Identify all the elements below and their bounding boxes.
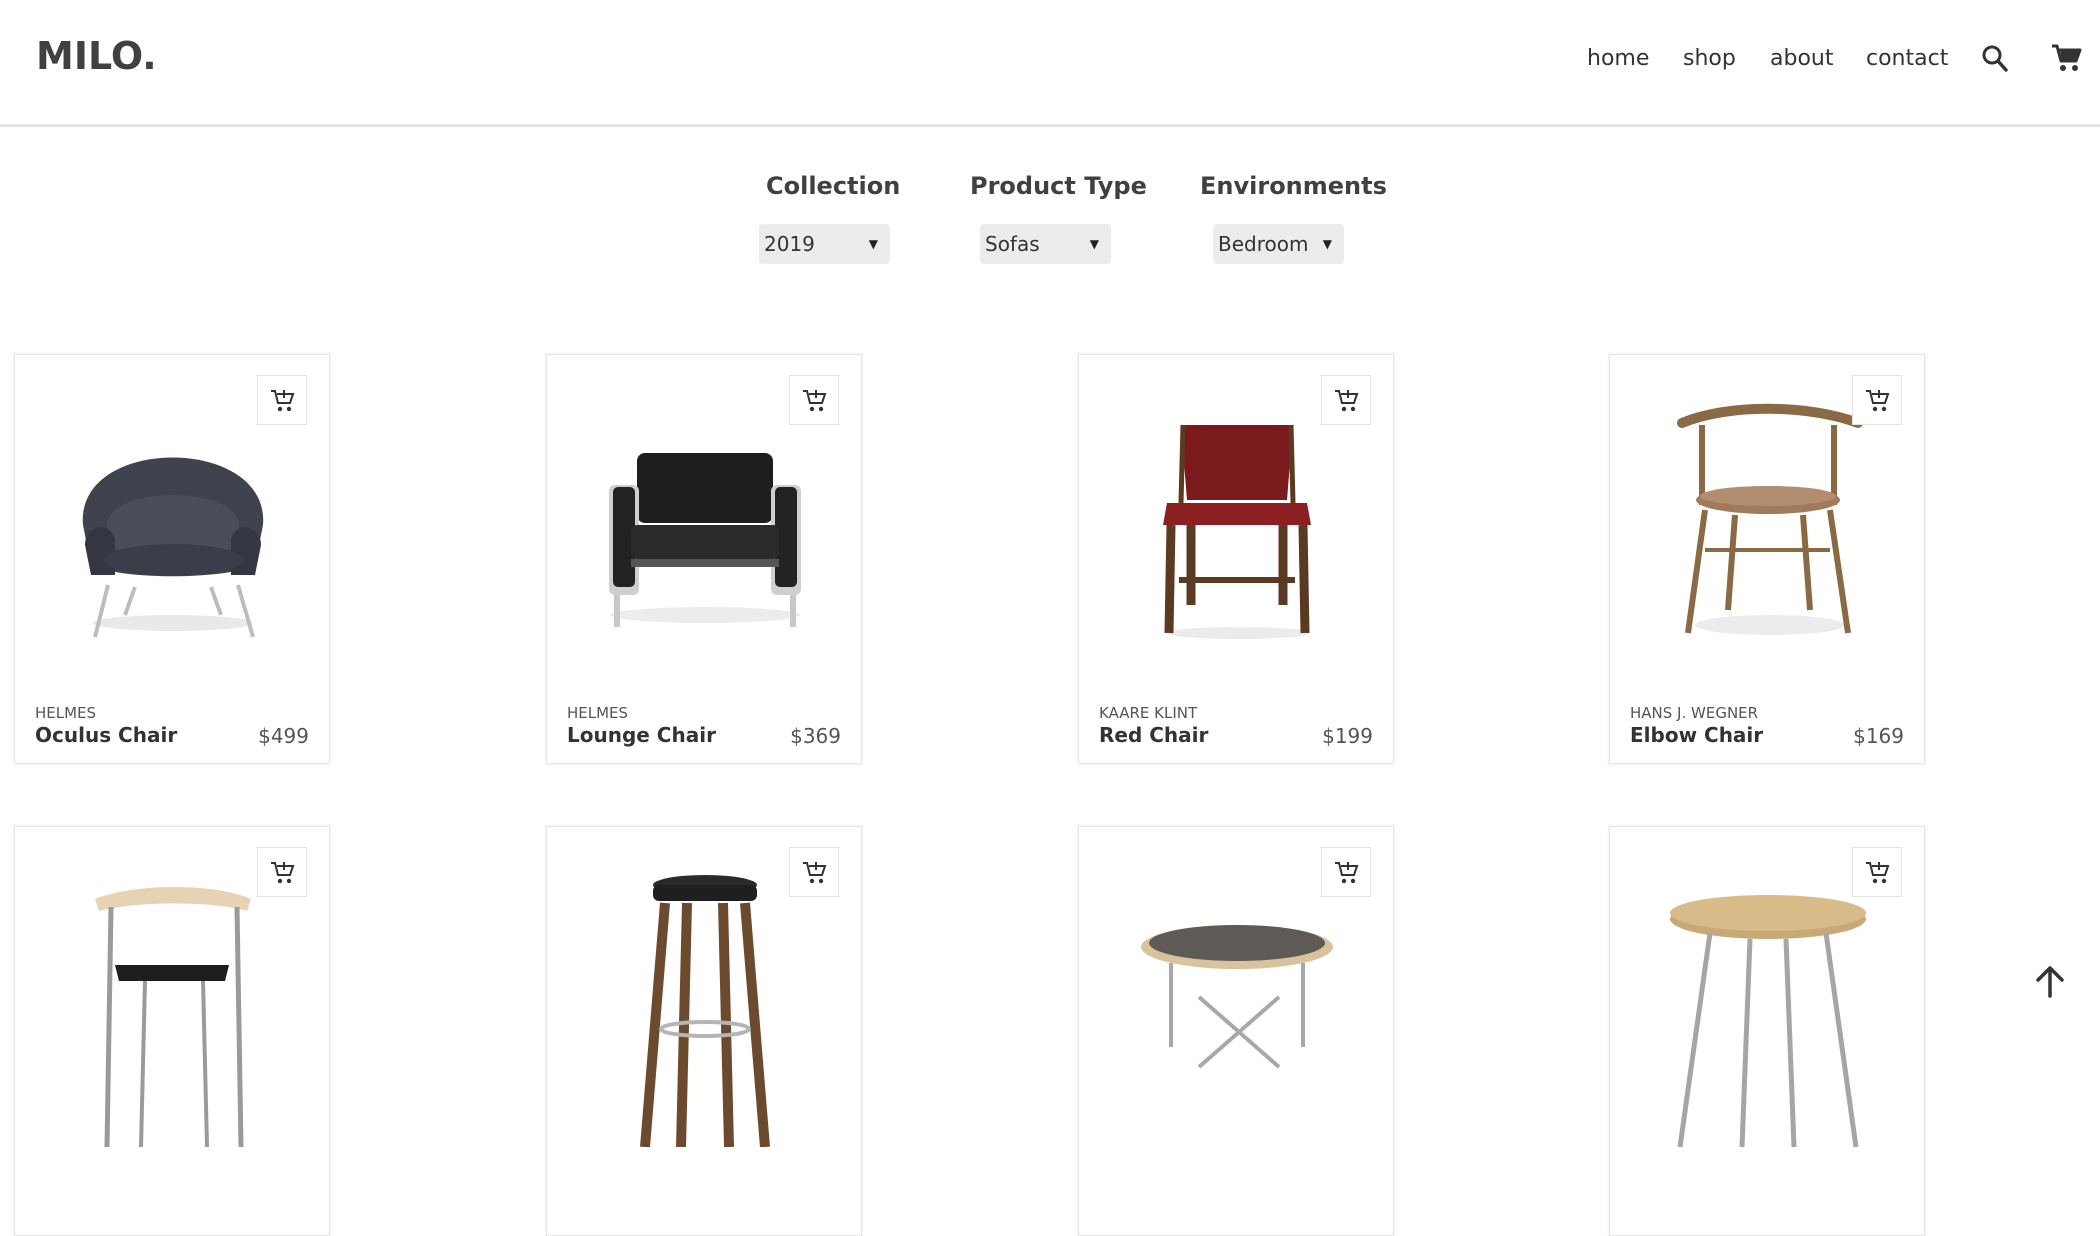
environments-select[interactable]: Bedroom ▼	[1213, 224, 1344, 264]
add-to-cart-button[interactable]	[1852, 375, 1902, 425]
product-card[interactable]: HELMES Oculus Chair $499	[14, 354, 330, 764]
add-to-cart-icon	[1335, 862, 1359, 884]
collection-select-value: 2019	[764, 232, 815, 256]
add-to-cart-icon	[803, 862, 827, 884]
product-name[interactable]: Red Chair	[1099, 723, 1208, 747]
product-price: $369	[790, 724, 841, 748]
product-name[interactable]: Oculus Chair	[35, 723, 177, 747]
nav-shop-link[interactable]: shop	[1683, 46, 1736, 71]
add-to-cart-button[interactable]	[789, 375, 839, 425]
caret-down-icon: ▼	[1322, 237, 1332, 251]
add-to-cart-button[interactable]	[257, 375, 307, 425]
product-price: $169	[1853, 724, 1904, 748]
product-price: $199	[1322, 724, 1373, 748]
collection-select[interactable]: 2019 ▼	[759, 224, 890, 264]
add-to-cart-icon	[1866, 862, 1890, 884]
product-type-select-value: Sofas	[985, 232, 1040, 256]
cart-icon[interactable]	[2050, 42, 2082, 74]
logo[interactable]: MILO.	[36, 34, 157, 78]
product-card[interactable]	[1609, 826, 1925, 1236]
product-brand: KAARE KLINT	[1099, 704, 1198, 722]
product-card[interactable]: HANS J. WEGNER Elbow Chair $169	[1609, 354, 1925, 764]
filter-product-type: Product Type Sofas ▼	[970, 172, 1147, 264]
product-card[interactable]: KAARE KLINT Red Chair $199	[1078, 354, 1394, 764]
arrow-up-icon[interactable]	[2033, 962, 2067, 1000]
product-brand: HELMES	[35, 704, 97, 722]
product-type-select[interactable]: Sofas ▼	[980, 224, 1111, 264]
product-name[interactable]: Elbow Chair	[1630, 723, 1763, 747]
product-card[interactable]: HELMES Lounge Chair $369	[546, 354, 862, 764]
filter-environments: Environments Bedroom ▼	[1200, 172, 1387, 264]
add-to-cart-icon	[1866, 390, 1890, 412]
add-to-cart-icon	[271, 390, 295, 412]
product-brand: HELMES	[567, 704, 629, 722]
product-brand: HANS J. WEGNER	[1630, 704, 1759, 722]
nav-home-link[interactable]: home	[1587, 46, 1649, 71]
add-to-cart-icon	[271, 862, 295, 884]
product-card[interactable]	[546, 826, 862, 1236]
caret-down-icon: ▼	[1089, 237, 1099, 251]
add-to-cart-button[interactable]	[1321, 847, 1371, 897]
filter-product-type-label: Product Type	[970, 172, 1147, 200]
add-to-cart-button[interactable]	[789, 847, 839, 897]
product-price: $499	[258, 724, 309, 748]
site-header: MILO. home shop about contact	[0, 0, 2100, 127]
product-name[interactable]: Lounge Chair	[567, 723, 716, 747]
search-icon[interactable]	[1981, 44, 2009, 74]
add-to-cart-button[interactable]	[1321, 375, 1371, 425]
filter-environments-label: Environments	[1200, 172, 1387, 200]
add-to-cart-button[interactable]	[1852, 847, 1902, 897]
environments-select-value: Bedroom	[1218, 232, 1309, 256]
filter-collection-label: Collection	[766, 172, 901, 200]
product-card[interactable]	[1078, 826, 1394, 1236]
caret-down-icon: ▼	[868, 237, 878, 251]
nav-contact-link[interactable]: contact	[1866, 46, 1948, 71]
nav-about-link[interactable]: about	[1770, 46, 1833, 71]
product-card[interactable]	[14, 826, 330, 1236]
filter-collection: Collection 2019 ▼	[759, 172, 901, 264]
add-to-cart-button[interactable]	[257, 847, 307, 897]
add-to-cart-icon	[803, 390, 827, 412]
add-to-cart-icon	[1335, 390, 1359, 412]
